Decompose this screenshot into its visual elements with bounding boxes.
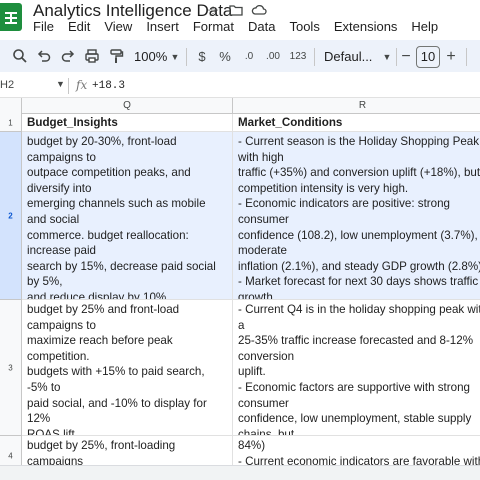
row-header-1[interactable]: 1 <box>0 114 22 132</box>
sheets-logo-icon[interactable] <box>0 3 22 31</box>
menu-edit[interactable]: Edit <box>68 19 90 34</box>
zoom-select[interactable]: 100% <box>134 48 167 66</box>
row-number: 1 <box>8 118 13 127</box>
menu-format[interactable]: Format <box>193 19 234 34</box>
cell-q3[interactable]: budget by 25% and front-load campaigns t… <box>22 300 233 436</box>
column-header-r[interactable]: R <box>233 98 480 114</box>
font-size-input[interactable]: 10 <box>416 46 440 68</box>
menu-tools[interactable]: Tools <box>289 19 319 34</box>
zoom-chevron-down-icon[interactable]: ▼ <box>170 48 180 66</box>
increase-decimal-label: .00 <box>266 51 280 62</box>
menu-bar: File Edit View Insert Format Data Tools … <box>33 19 452 34</box>
increase-font-size-button[interactable]: + <box>444 48 458 66</box>
select-all-corner[interactable] <box>0 98 22 114</box>
column-header-row: Q R <box>0 98 480 114</box>
cell-r3[interactable]: - Current Q4 is in the holiday shopping … <box>233 300 480 436</box>
print-icon[interactable] <box>84 48 100 66</box>
increase-decimal-button[interactable]: .00 <box>264 48 282 66</box>
row-number: 4 <box>8 451 13 460</box>
cell-r2[interactable]: - Current season is the Holiday Shopping… <box>233 132 480 300</box>
row-header-2[interactable]: 2 <box>0 132 22 300</box>
star-icon[interactable]: ☆ <box>205 3 221 19</box>
row-number: 3 <box>8 363 13 372</box>
menu-view[interactable]: View <box>104 19 132 34</box>
formula-input[interactable]: +18.3 <box>92 80 125 92</box>
toolbar: 100% ▼ $ % .0 .00 123 Defaul... ▼ − 10 + <box>0 40 480 72</box>
paint-format-icon[interactable] <box>108 48 124 66</box>
scrollbar-track[interactable] <box>0 469 480 477</box>
font-chevron-down-icon[interactable]: ▼ <box>382 48 392 66</box>
menu-help[interactable]: Help <box>411 19 438 34</box>
document-title[interactable]: Analytics Intelligence Data <box>33 1 232 21</box>
undo-icon[interactable] <box>36 48 52 66</box>
number-format-button[interactable]: 123 <box>289 48 307 66</box>
cell-r1[interactable]: Market_Conditions <box>233 114 480 132</box>
decrease-font-size-button[interactable]: − <box>400 48 412 66</box>
menu-insert[interactable]: Insert <box>146 19 179 34</box>
decrease-decimal-label: .0 <box>244 51 254 62</box>
search-menus-icon[interactable] <box>12 48 28 66</box>
fx-icon: fx <box>76 78 88 92</box>
row-header-3[interactable]: 3 <box>0 300 22 436</box>
horizontal-scrollbar[interactable] <box>0 465 480 480</box>
name-box[interactable]: H2 <box>0 79 14 91</box>
name-box-chevron-down-icon[interactable]: ▼ <box>56 79 65 89</box>
formula-bar: H2 ▼ fx +18.3 <box>0 74 480 98</box>
move-folder-icon[interactable] <box>228 3 244 19</box>
font-family-select[interactable]: Defaul... <box>324 48 372 66</box>
menu-data[interactable]: Data <box>248 19 275 34</box>
row-number: 2 <box>8 211 13 220</box>
cell-q1[interactable]: Budget_Insights <box>22 114 233 132</box>
decrease-decimal-button[interactable]: .0 <box>242 48 256 66</box>
percent-format-button[interactable]: % <box>218 48 232 66</box>
redo-icon[interactable] <box>60 48 76 66</box>
menu-file[interactable]: File <box>33 19 54 34</box>
menu-extensions[interactable]: Extensions <box>334 19 398 34</box>
cell-q2[interactable]: budget by 20-30%, front-load campaigns t… <box>22 132 233 300</box>
cloud-status-icon[interactable] <box>251 3 267 19</box>
currency-format-button[interactable]: $ <box>196 48 208 66</box>
column-header-q[interactable]: Q <box>22 98 233 114</box>
